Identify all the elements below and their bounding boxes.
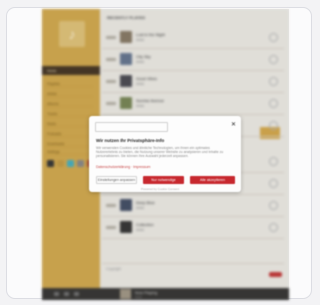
close-icon[interactable]: ✕ (231, 122, 236, 128)
accept-all-button[interactable]: Alle akzeptieren (190, 176, 235, 184)
dialog-footnote: Powered by Cookie Consent (141, 187, 180, 191)
dialog-body-text: Wir verwenden Cookies und ähnliche Techn… (96, 146, 224, 159)
dialog-title: Wir nutzen Ihr Privatsphäre-Info (96, 138, 165, 143)
cookie-consent-dialog: ✕ Wir nutzen Ihr Privatsphäre-Info Wir v… (89, 116, 241, 192)
dialog-header-field (95, 122, 168, 132)
reject-button[interactable]: Nur notwendige (143, 176, 184, 184)
customize-button[interactable]: Einstellungen anpassen (96, 176, 137, 184)
privacy-link[interactable]: Datenschutzerklärung · Impressum (96, 165, 150, 169)
